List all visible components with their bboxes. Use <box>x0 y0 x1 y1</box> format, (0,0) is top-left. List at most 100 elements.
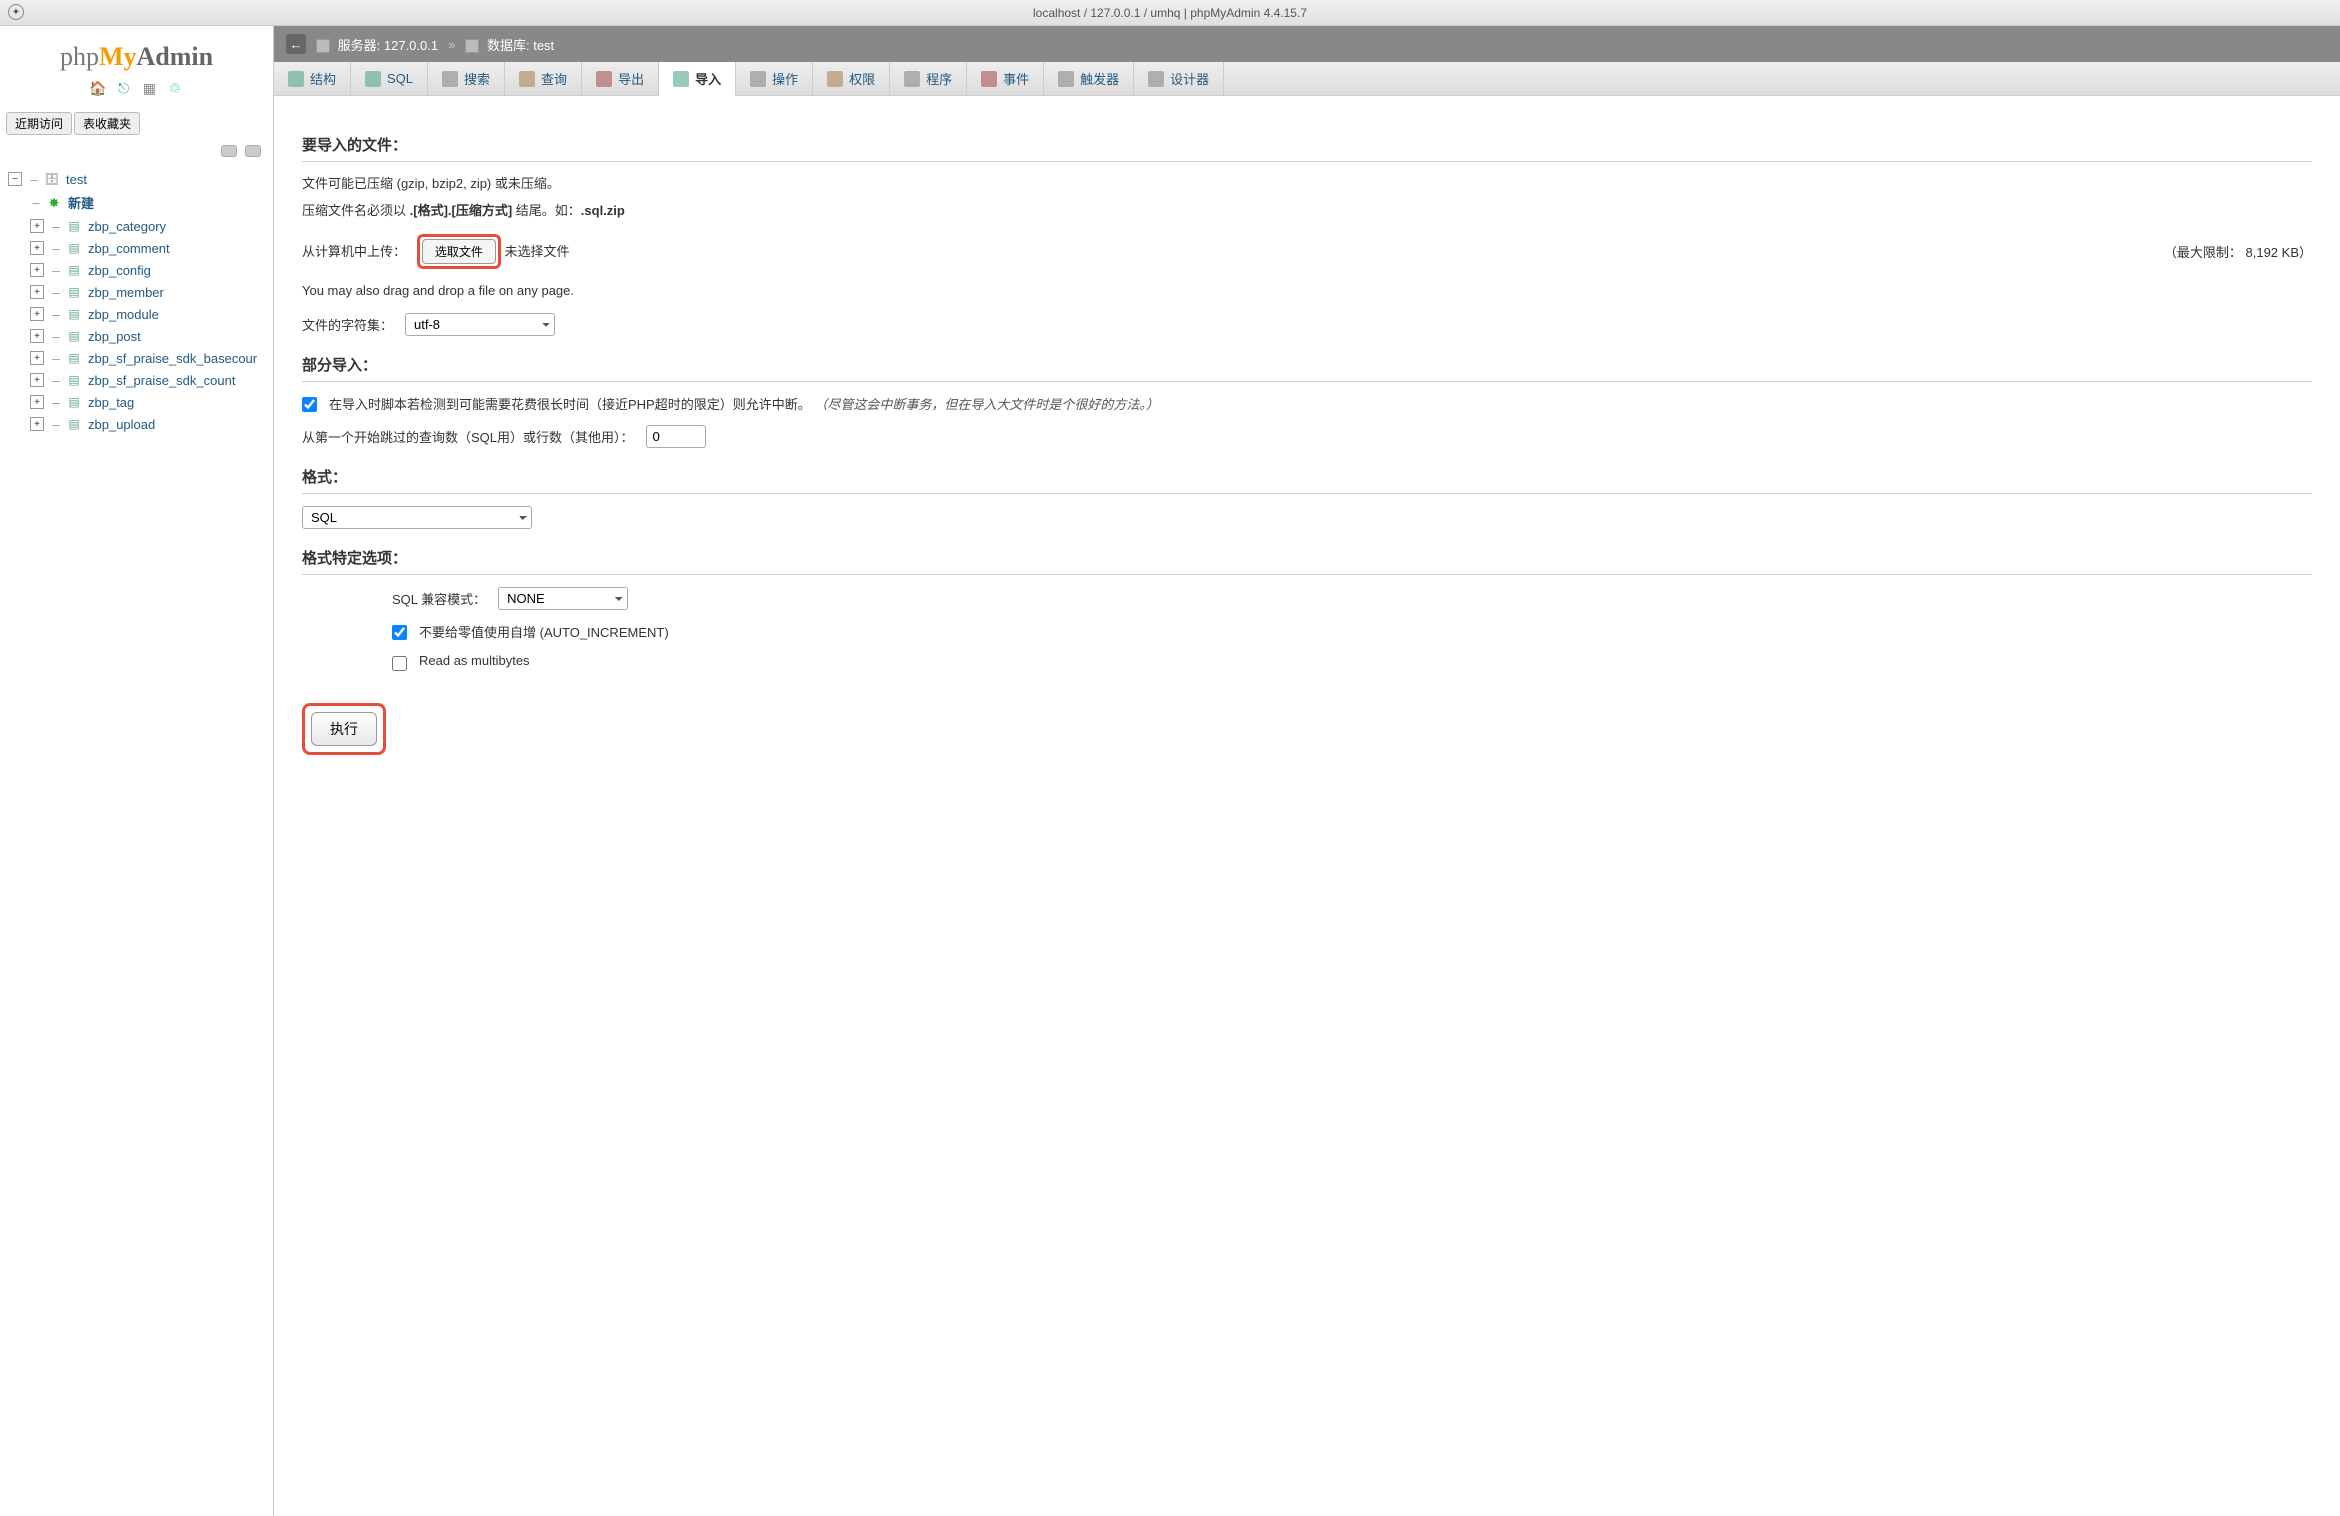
tab-icon <box>1058 71 1074 87</box>
table-icon: ▤ <box>66 262 82 278</box>
table-icon: ▤ <box>66 372 82 388</box>
multibytes-checkbox[interactable] <box>392 656 407 671</box>
compress-note: 文件可能已压缩 (gzip, bzip2, zip) 或未压缩。 <box>302 174 2312 195</box>
tab-操作[interactable]: 操作 <box>736 62 813 95</box>
charset-select[interactable]: utf-8 <box>405 313 555 336</box>
tree-toggle-icon[interactable] <box>30 417 44 431</box>
tab-搜索[interactable]: 搜索 <box>428 62 505 95</box>
tree-table-node[interactable]: –▤zbp_category <box>6 215 273 237</box>
tab-icon <box>750 71 766 87</box>
tree-toggle-icon[interactable] <box>30 307 44 321</box>
submit-button[interactable]: 执行 <box>311 712 377 746</box>
tree-toggle-icon[interactable] <box>30 329 44 343</box>
tab-icon <box>904 71 920 87</box>
tree-table-node[interactable]: –▤zbp_post <box>6 325 273 347</box>
tab-icon <box>673 71 689 87</box>
autoincr-checkbox[interactable] <box>392 625 407 640</box>
tab-label: 权限 <box>849 69 875 88</box>
sidebar-toolbar: 🏠 ⎋ ▦ ♲ <box>0 80 273 98</box>
allow-interrupt-checkbox[interactable] <box>302 397 317 412</box>
back-button[interactable]: ← <box>286 34 306 54</box>
database-icon: 🗄 <box>44 171 60 187</box>
table-icon: ▤ <box>66 306 82 322</box>
tree-table-label[interactable]: zbp_sf_praise_sdk_count <box>88 373 235 388</box>
tree-toggle-icon[interactable] <box>30 219 44 233</box>
table-icon: ▤ <box>66 328 82 344</box>
main-panel: ← 服务器: 127.0.0.1 » 数据库: test 结构SQL搜索查询导出… <box>274 26 2340 1516</box>
main-tabbar: 结构 SQL 搜索查询导出导入 操作 权限 程序事件触发器设计器 <box>274 62 2340 96</box>
tree-table-node[interactable]: –▤zbp_upload <box>6 413 273 435</box>
tab-label: 程序 <box>926 69 952 88</box>
tab-SQL[interactable]: SQL <box>351 62 428 95</box>
tab-触发器[interactable]: 触发器 <box>1044 62 1134 95</box>
tab-label: 操作 <box>772 69 798 88</box>
tree-table-node[interactable]: –▤zbp_sf_praise_sdk_basecour <box>6 347 273 369</box>
tab-icon <box>827 71 843 87</box>
tree-table-label[interactable]: zbp_member <box>88 285 164 300</box>
tree-db-node[interactable]: – 🗄 test <box>6 168 273 190</box>
tab-权限[interactable]: 权限 <box>813 62 890 95</box>
tree-toggle-icon[interactable] <box>30 285 44 299</box>
phpmyadmin-logo[interactable]: phpMyAdmin <box>0 42 273 72</box>
tab-结构[interactable]: 结构 <box>274 62 351 95</box>
tree-table-label[interactable]: zbp_category <box>88 219 166 234</box>
tree-table-node[interactable]: –▤zbp_comment <box>6 237 273 259</box>
tree-table-label[interactable]: zbp_comment <box>88 241 170 256</box>
tree-toggle-icon[interactable] <box>30 241 44 255</box>
table-icon: ▤ <box>66 284 82 300</box>
skip-input[interactable] <box>646 425 706 448</box>
tab-查询[interactable]: 查询 <box>505 62 582 95</box>
tree-table-label[interactable]: zbp_sf_praise_sdk_basecour <box>88 351 257 366</box>
tree-table-label[interactable]: zbp_config <box>88 263 151 278</box>
tab-icon <box>981 71 997 87</box>
compass-icon: ✦ <box>8 4 24 20</box>
tab-事件[interactable]: 事件 <box>967 62 1044 95</box>
dragdrop-note: You may also drag and drop a file on any… <box>302 281 2312 302</box>
table-icon: ▤ <box>66 416 82 432</box>
compat-select[interactable]: NONE <box>498 587 628 610</box>
import-form: 要导入的文件： 文件可能已压缩 (gzip, bzip2, zip) 或未压缩。… <box>274 96 2340 775</box>
tab-导出[interactable]: 导出 <box>582 62 659 95</box>
allow-interrupt-note: （尽管这会中断事务，但在导入大文件时是个很好的方法。） <box>814 397 1159 412</box>
tree-table-node[interactable]: –▤zbp_tag <box>6 391 273 413</box>
breadcrumb-database[interactable]: test <box>533 38 554 53</box>
navigation-sidebar: phpMyAdmin 🏠 ⎋ ▦ ♲ 近期访问 表收藏夹 – 🗄 test – <box>0 26 274 1516</box>
link-icon[interactable] <box>245 145 261 157</box>
tree-toggle-icon[interactable] <box>30 373 44 387</box>
tree-toggle-icon[interactable] <box>8 172 22 186</box>
tree-table-label[interactable]: zbp_tag <box>88 395 134 410</box>
logout-icon[interactable]: ⎋ <box>115 80 133 98</box>
tree-table-label[interactable]: zbp_post <box>88 329 141 344</box>
docs-icon[interactable]: ♲ <box>166 80 184 98</box>
format-select[interactable]: SQL <box>302 506 532 529</box>
favorites-tab[interactable]: 表收藏夹 <box>74 112 140 135</box>
tab-设计器[interactable]: 设计器 <box>1134 62 1224 95</box>
recent-tab[interactable]: 近期访问 <box>6 112 72 135</box>
tab-程序[interactable]: 程序 <box>890 62 967 95</box>
tree-toggle-icon[interactable] <box>30 395 44 409</box>
choose-file-button[interactable]: 选取文件 <box>422 239 496 264</box>
tree-table-label[interactable]: zbp_module <box>88 307 159 322</box>
tab-导入[interactable]: 导入 <box>659 62 736 96</box>
window-titlebar: ✦ localhost / 127.0.0.1 / umhq | phpMyAd… <box>0 0 2340 26</box>
table-icon: ▤ <box>66 240 82 256</box>
tab-icon <box>519 71 535 87</box>
tree-table-label[interactable]: zbp_upload <box>88 417 155 432</box>
breadcrumb-server[interactable]: 127.0.0.1 <box>384 38 438 53</box>
section-file-title: 要导入的文件： <box>302 134 2312 162</box>
home-icon[interactable]: 🏠 <box>89 80 107 98</box>
table-icon: ▤ <box>66 350 82 366</box>
autoincr-label: 不要给零值使用自增 (AUTO_INCREMENT) <box>419 622 669 641</box>
tree-table-node[interactable]: –▤zbp_sf_praise_sdk_count <box>6 369 273 391</box>
tree-new-link[interactable]: – ✸ 新建 <box>6 190 273 215</box>
tree-table-node[interactable]: –▤zbp_module <box>6 303 273 325</box>
tree-toggle-icon[interactable] <box>30 263 44 277</box>
sql-icon[interactable]: ▦ <box>140 80 158 98</box>
collapse-icon[interactable] <box>221 145 237 157</box>
tab-label: SQL <box>387 71 413 86</box>
tree-table-node[interactable]: –▤zbp_member <box>6 281 273 303</box>
skip-label: 从第一个开始跳过的查询数（SQL用）或行数（其他用）： <box>302 427 634 446</box>
tree-toggle-icon[interactable] <box>30 351 44 365</box>
tree-table-node[interactable]: –▤zbp_config <box>6 259 273 281</box>
table-icon: ▤ <box>66 218 82 234</box>
